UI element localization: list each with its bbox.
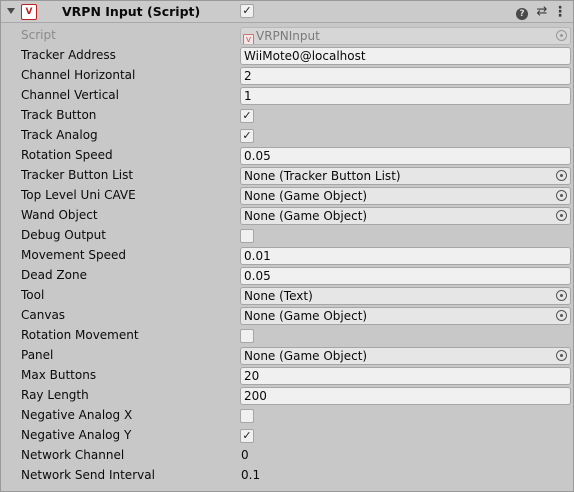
movement-speed-input[interactable]: 0.01 <box>240 247 571 265</box>
row-network-send-interval: Network Send Interval 0.1 <box>1 466 573 486</box>
top-level-uni-cave-label: Top Level Uni CAVE <box>21 188 136 202</box>
inspector-panel: V ✓ VRPN Input (Script) ? ⇄ ⋮ Script V VR… <box>0 0 574 492</box>
row-wand-object: Wand Object None (Game Object) <box>1 206 573 226</box>
script-icon: V <box>21 4 37 20</box>
canvas-field[interactable]: None (Game Object) <box>240 307 571 325</box>
object-picker-icon[interactable] <box>556 170 567 181</box>
channel-vertical-label: Channel Vertical <box>21 88 119 102</box>
network-channel-label: Network Channel <box>21 448 125 462</box>
tracker-button-list-value: None (Tracker Button List) <box>244 169 401 183</box>
object-picker-icon[interactable] <box>556 310 567 321</box>
row-script: Script V VRPNInput <box>1 26 573 46</box>
rotation-movement-label: Rotation Movement <box>21 328 139 342</box>
row-movement-speed: Movement Speed 0.01 <box>1 246 573 266</box>
dead-zone-input[interactable]: 0.05 <box>240 267 571 285</box>
context-menu-icon[interactable]: ⋮ <box>552 4 568 20</box>
row-negative-analog-x: Negative Analog X <box>1 406 573 426</box>
wand-object-value: None (Game Object) <box>244 209 368 223</box>
max-buttons-input[interactable]: 20 <box>240 367 571 385</box>
row-debug-output: Debug Output <box>1 226 573 246</box>
object-picker-icon <box>556 30 567 41</box>
tracker-button-list-field[interactable]: None (Tracker Button List) <box>240 167 571 185</box>
row-ray-length: Ray Length 200 <box>1 386 573 406</box>
ray-length-input[interactable]: 200 <box>240 387 571 405</box>
track-button-label: Track Button <box>21 108 97 122</box>
negative-analog-x-label: Negative Analog X <box>21 408 133 422</box>
network-send-interval-value: 0.1 <box>241 468 261 482</box>
row-panel: Panel None (Game Object) <box>1 346 573 366</box>
panel-value: None (Game Object) <box>244 349 368 363</box>
tracker-address-label: Tracker Address <box>21 48 116 62</box>
panel-label: Panel <box>21 348 54 362</box>
row-canvas: Canvas None (Game Object) <box>1 306 573 326</box>
movement-speed-label: Movement Speed <box>21 248 126 262</box>
component-enabled-checkbox[interactable]: ✓ <box>240 4 254 18</box>
max-buttons-label: Max Buttons <box>21 368 97 382</box>
canvas-value: None (Game Object) <box>244 309 368 323</box>
debug-output-label: Debug Output <box>21 228 106 242</box>
row-tracker-address: Tracker Address WiiMote0@localhost <box>1 46 573 66</box>
network-channel-value: 0 <box>241 448 249 462</box>
panel-field[interactable]: None (Game Object) <box>240 347 571 365</box>
fold-arrow-icon[interactable] <box>7 8 15 14</box>
component-header[interactable]: V ✓ VRPN Input (Script) ? ⇄ ⋮ <box>1 1 573 23</box>
wand-object-field[interactable]: None (Game Object) <box>240 207 571 225</box>
canvas-label: Canvas <box>21 308 66 322</box>
track-analog-checkbox[interactable]: ✓ <box>240 129 254 143</box>
script-value: VRPNInput <box>256 29 320 43</box>
object-picker-icon[interactable] <box>556 210 567 221</box>
component-title: VRPN Input (Script) <box>62 4 201 19</box>
row-channel-vertical: Channel Vertical 1 <box>1 86 573 106</box>
script-icon: V <box>243 34 254 44</box>
negative-analog-x-checkbox[interactable] <box>240 409 254 423</box>
row-track-analog: Track Analog ✓ <box>1 126 573 146</box>
preset-icon[interactable]: ⇄ <box>534 4 550 20</box>
tool-label: Tool <box>21 288 45 302</box>
tool-value: None (Text) <box>244 289 313 303</box>
row-dead-zone: Dead Zone 0.05 <box>1 266 573 286</box>
tracker-button-list-label: Tracker Button List <box>21 168 134 182</box>
channel-vertical-input[interactable]: 1 <box>240 87 571 105</box>
dead-zone-label: Dead Zone <box>21 268 87 282</box>
row-tracker-button-list: Tracker Button List None (Tracker Button… <box>1 166 573 186</box>
object-picker-icon[interactable] <box>556 190 567 201</box>
rotation-movement-checkbox[interactable] <box>240 329 254 343</box>
ray-length-label: Ray Length <box>21 388 89 402</box>
tracker-address-input[interactable]: WiiMote0@localhost <box>240 47 571 65</box>
channel-horizontal-input[interactable]: 2 <box>240 67 571 85</box>
top-level-uni-cave-value: None (Game Object) <box>244 189 368 203</box>
row-rotation-speed: Rotation Speed 0.05 <box>1 146 573 166</box>
debug-output-checkbox[interactable] <box>240 229 254 243</box>
row-negative-analog-y: Negative Analog Y ✓ <box>1 426 573 446</box>
row-rotation-movement: Rotation Movement <box>1 326 573 346</box>
script-field: V VRPNInput <box>240 27 571 45</box>
rotation-speed-label: Rotation Speed <box>21 148 113 162</box>
negative-analog-y-checkbox[interactable]: ✓ <box>240 429 254 443</box>
row-top-level-uni-cave: Top Level Uni CAVE None (Game Object) <box>1 186 573 206</box>
top-level-uni-cave-field[interactable]: None (Game Object) <box>240 187 571 205</box>
object-picker-icon[interactable] <box>556 290 567 301</box>
script-label: Script <box>21 28 56 42</box>
object-picker-icon[interactable] <box>556 350 567 361</box>
row-channel-horizontal: Channel Horizontal 2 <box>1 66 573 86</box>
row-track-button: Track Button ✓ <box>1 106 573 126</box>
tool-field[interactable]: None (Text) <box>240 287 571 305</box>
row-tool: Tool None (Text) <box>1 286 573 306</box>
track-analog-label: Track Analog <box>21 128 98 142</box>
channel-horizontal-label: Channel Horizontal <box>21 68 136 82</box>
row-max-buttons: Max Buttons 20 <box>1 366 573 386</box>
wand-object-label: Wand Object <box>21 208 98 222</box>
track-button-checkbox[interactable]: ✓ <box>240 109 254 123</box>
network-send-interval-label: Network Send Interval <box>21 468 155 482</box>
help-icon[interactable]: ? <box>514 4 530 20</box>
rotation-speed-input[interactable]: 0.05 <box>240 147 571 165</box>
negative-analog-y-label: Negative Analog Y <box>21 428 132 442</box>
row-network-channel: Network Channel 0 <box>1 446 573 466</box>
